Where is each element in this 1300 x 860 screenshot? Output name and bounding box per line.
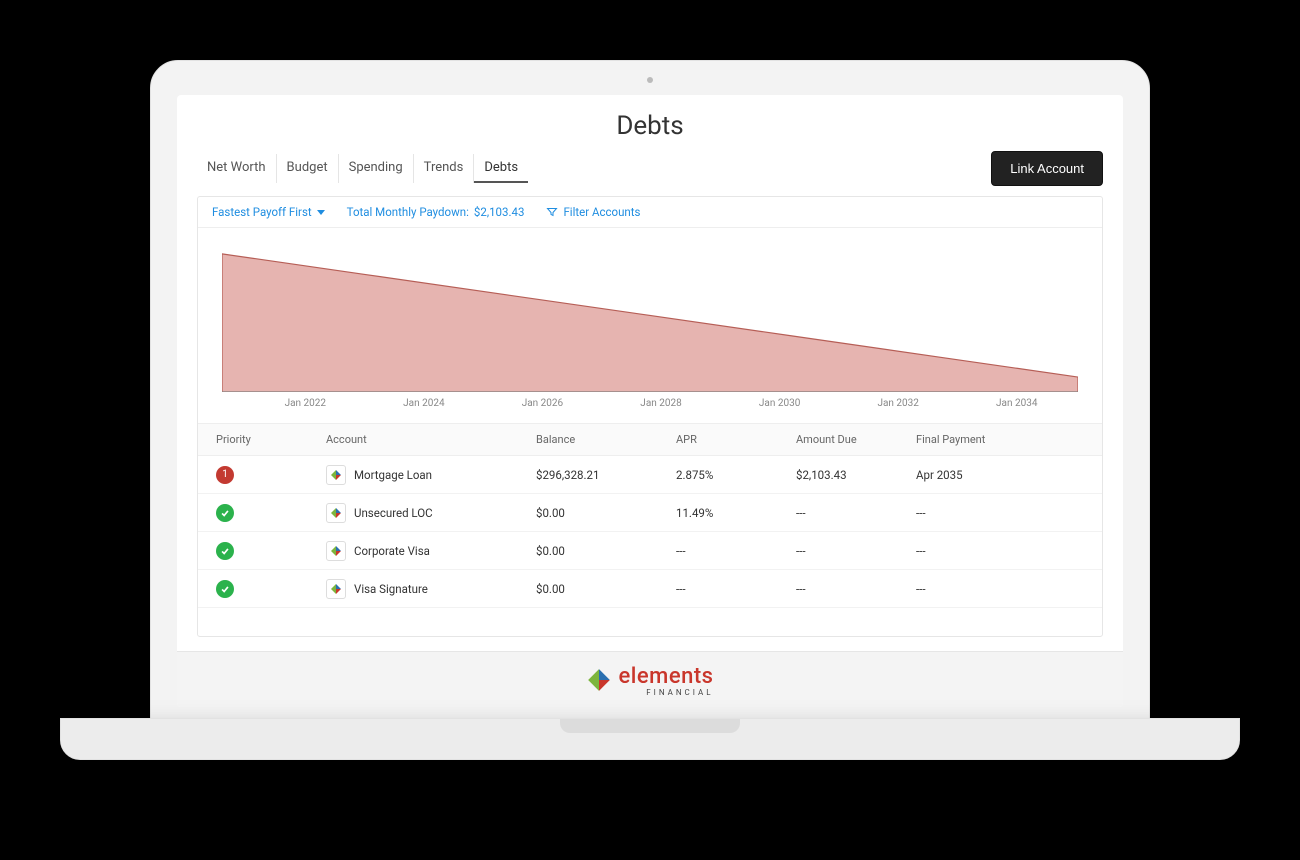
apr-cell: 2.875%	[676, 468, 796, 482]
chevron-down-icon	[317, 210, 325, 215]
final-payment-cell: ---	[916, 544, 1056, 558]
panel-toolbar: Fastest Payoff First Total Monthly Paydo…	[198, 197, 1102, 228]
filter-icon	[546, 206, 558, 218]
screen: Debts Net Worth Budget Spending Trends D…	[177, 95, 1123, 707]
account-name: Unsecured LOC	[354, 506, 433, 520]
col-priority: Priority	[216, 433, 326, 446]
debts-table: Priority Account Balance APR Amount Due …	[198, 424, 1102, 608]
account-name: Visa Signature	[354, 582, 428, 596]
tab-budget[interactable]: Budget	[277, 154, 339, 183]
amount-due-cell: ---	[796, 506, 916, 520]
balance-cell: $0.00	[536, 582, 676, 596]
chart-x-axis: Jan 2022Jan 2024Jan 2026Jan 2028Jan 2030…	[222, 392, 1078, 419]
check-icon	[216, 504, 234, 522]
tab-debts[interactable]: Debts	[474, 154, 528, 183]
account-icon	[326, 579, 346, 599]
x-tick: Jan 2032	[839, 398, 958, 409]
account-icon	[326, 541, 346, 561]
page-title: Debts	[177, 95, 1123, 151]
tab-net-worth[interactable]: Net Worth	[197, 154, 277, 183]
brand-tagline: FINANCIAL	[618, 688, 713, 697]
account-icon	[326, 503, 346, 523]
top-bar: Net Worth Budget Spending Trends Debts L…	[177, 151, 1123, 196]
debts-panel: Fastest Payoff First Total Monthly Paydo…	[197, 196, 1103, 637]
x-tick: Jan 2034	[957, 398, 1076, 409]
amount-due-cell: $2,103.43	[796, 468, 916, 482]
col-apr: APR	[676, 433, 796, 446]
table-row[interactable]: Unsecured LOC$0.0011.49%------	[198, 494, 1102, 532]
sort-dropdown[interactable]: Fastest Payoff First	[212, 205, 325, 219]
laptop-base	[60, 718, 1240, 760]
account-icon	[326, 465, 346, 485]
table-row[interactable]: 1 Mortgage Loan $296,328.212.875%$2,103.43…	[198, 456, 1102, 494]
x-tick: Jan 2026	[483, 398, 602, 409]
filter-label: Filter Accounts	[563, 205, 640, 219]
x-tick: Jan 2022	[246, 398, 365, 409]
x-tick: Jan 2028	[602, 398, 721, 409]
account-name: Mortgage Loan	[354, 468, 432, 482]
apr-cell: 11.49%	[676, 506, 796, 520]
area-chart-svg	[222, 252, 1078, 392]
col-account: Account	[326, 433, 536, 446]
check-icon	[216, 580, 234, 598]
tab-trends[interactable]: Trends	[414, 154, 475, 183]
table-row[interactable]: Corporate Visa$0.00---------	[198, 532, 1102, 570]
table-header: Priority Account Balance APR Amount Due …	[198, 424, 1102, 456]
link-account-button[interactable]: Link Account	[991, 151, 1103, 186]
tab-strip: Net Worth Budget Spending Trends Debts	[197, 154, 528, 183]
final-payment-cell: Apr 2035	[916, 468, 1056, 482]
apr-cell: ---	[676, 582, 796, 596]
footer-logo: elements FINANCIAL	[177, 651, 1123, 707]
laptop-notch	[560, 719, 740, 733]
balance-cell: $0.00	[536, 506, 676, 520]
debt-projection-chart: Jan 2022Jan 2024Jan 2026Jan 2028Jan 2030…	[198, 228, 1102, 424]
brand-name: elements	[618, 664, 713, 689]
paydown-label: Total Monthly Paydown:	[347, 205, 469, 219]
paydown-summary: Total Monthly Paydown: $2,103.43	[347, 205, 525, 219]
x-tick: Jan 2030	[720, 398, 839, 409]
final-payment-cell: ---	[916, 506, 1056, 520]
filter-accounts-button[interactable]: Filter Accounts	[546, 205, 640, 219]
col-final-payment: Final Payment	[916, 433, 1056, 446]
col-balance: Balance	[536, 433, 676, 446]
tab-spending[interactable]: Spending	[339, 154, 414, 183]
final-payment-cell: ---	[916, 582, 1056, 596]
balance-cell: $296,328.21	[536, 468, 676, 482]
col-amount-due: Amount Due	[796, 433, 916, 446]
check-icon	[216, 542, 234, 560]
sort-label: Fastest Payoff First	[212, 205, 312, 219]
elements-logo-icon	[586, 667, 612, 697]
balance-cell: $0.00	[536, 544, 676, 558]
account-name: Corporate Visa	[354, 544, 430, 558]
x-tick: Jan 2024	[365, 398, 484, 409]
laptop-frame: Debts Net Worth Budget Spending Trends D…	[150, 60, 1150, 720]
amount-due-cell: ---	[796, 582, 916, 596]
amount-due-cell: ---	[796, 544, 916, 558]
table-row[interactable]: Visa Signature$0.00---------	[198, 570, 1102, 608]
paydown-value: $2,103.43	[474, 205, 525, 219]
priority-badge: 1	[216, 466, 234, 484]
apr-cell: ---	[676, 544, 796, 558]
